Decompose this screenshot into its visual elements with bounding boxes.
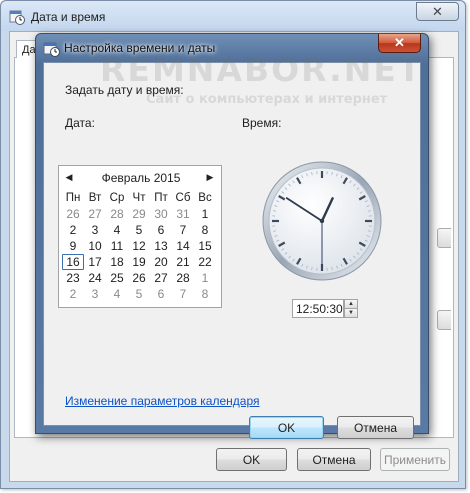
calendar-day[interactable]: 4 <box>106 222 128 238</box>
background-panel-button[interactable] <box>437 228 451 248</box>
calendar-day[interactable]: 29 <box>128 206 150 222</box>
calendar-day[interactable]: 15 <box>194 238 216 254</box>
date-label: Дата: <box>65 116 95 130</box>
calendar-day[interactable]: 27 <box>150 270 172 286</box>
calendar-day[interactable]: 13 <box>150 238 172 254</box>
calendar-day[interactable]: 25 <box>106 270 128 286</box>
calendar-day[interactable]: 19 <box>128 254 150 270</box>
cancel-button[interactable]: Отмена <box>337 416 414 439</box>
calendar-day[interactable]: 24 <box>84 270 106 286</box>
calendar-day-grid: Пн Вт Ср Чт Пт Сб Вс 26 27 28 29 30 31 1 2 3 4 5 6 7 8 9 10 11 1… <box>62 190 218 302</box>
calendar-day[interactable]: 28 <box>172 270 194 286</box>
dialog-client-area: Задать дату и время: Дата: Время: ◀ Февр… <box>43 62 421 439</box>
calendar-day[interactable]: 18 <box>106 254 128 270</box>
weekday-header: Пт <box>154 192 168 204</box>
calendar-day[interactable]: 22 <box>194 254 216 270</box>
time-input[interactable]: 12:50:30 <box>292 299 344 318</box>
weekday-header: Вс <box>198 192 212 204</box>
calendar-day[interactable]: 10 <box>84 238 106 254</box>
background-titlebar: Дата и время ✕ <box>1 1 465 31</box>
calendar-day[interactable]: 4 <box>106 286 128 302</box>
analog-clock <box>262 161 382 281</box>
calendar-day[interactable]: 2 <box>62 286 84 302</box>
calendar-day[interactable]: 21 <box>172 254 194 270</box>
time-label: Время: <box>242 116 282 130</box>
calendar-day[interactable]: 20 <box>150 254 172 270</box>
background-close-button[interactable]: ✕ <box>416 2 459 21</box>
calendar-day[interactable]: 14 <box>172 238 194 254</box>
calendar-day[interactable]: 31 <box>172 206 194 222</box>
calendar-day[interactable]: 2 <box>62 222 84 238</box>
background-panel-button[interactable] <box>437 310 451 330</box>
background-window-title: Дата и время <box>31 10 106 24</box>
calendar-day[interactable]: 6 <box>150 222 172 238</box>
calendar-day[interactable]: 6 <box>150 286 172 302</box>
watermark-logo: REMNABOR.NET <box>100 50 423 89</box>
weekday-header: Сб <box>175 192 191 204</box>
calendar-day[interactable]: 26 <box>62 206 84 222</box>
ok-button[interactable]: OK <box>249 416 324 439</box>
calendar-settings-link[interactable]: Изменение параметров календаря <box>65 394 260 408</box>
calendar-day[interactable]: 8 <box>194 286 216 302</box>
calendar-day[interactable]: 11 <box>106 238 128 254</box>
weekday-header: Вт <box>88 192 102 204</box>
calendar-day[interactable]: 27 <box>84 206 106 222</box>
weekday-header: Ср <box>109 192 125 204</box>
previous-month-button[interactable]: ◀ <box>64 171 74 183</box>
calendar-day[interactable]: 5 <box>128 222 150 238</box>
clock-face-icon <box>262 161 382 281</box>
calendar-day[interactable]: 30 <box>150 206 172 222</box>
weekday-header: Чт <box>132 192 146 204</box>
background-cancel-button[interactable]: Отмена <box>297 448 371 471</box>
watermark-subtitle: Сайт о компьютерах и интернет <box>146 92 388 107</box>
calendar-day[interactable]: 17 <box>84 254 106 270</box>
calendar-day[interactable]: 5 <box>128 286 150 302</box>
calendar-day[interactable]: 7 <box>172 222 194 238</box>
weekday-header: Пн <box>65 192 81 204</box>
calendar-day[interactable]: 9 <box>62 238 84 254</box>
background-ok-button[interactable]: OK <box>216 448 287 471</box>
calendar: ◀ Февраль 2015 ▶ Пн Вт Ср Чт Пт Сб Вс 26 27 28 29 3… <box>58 165 222 308</box>
background-apply-button[interactable]: Применить <box>380 448 450 471</box>
time-down-arrow-icon[interactable]: ▼ <box>344 308 358 318</box>
calendar-day[interactable]: 12 <box>128 238 150 254</box>
calendar-day[interactable]: 3 <box>84 286 106 302</box>
clock-icon <box>9 10 25 25</box>
calendar-day[interactable]: 1 <box>194 206 216 222</box>
next-month-button[interactable]: ▶ <box>205 171 215 183</box>
calendar-day[interactable]: 3 <box>84 222 106 238</box>
calendar-day[interactable]: 26 <box>128 270 150 286</box>
calendar-day[interactable]: 28 <box>106 206 128 222</box>
calendar-month-title[interactable]: Февраль 2015 <box>79 171 203 185</box>
calendar-day[interactable]: 1 <box>194 270 216 286</box>
calendar-day[interactable]: 8 <box>194 222 216 238</box>
calendar-clock-icon <box>43 42 60 57</box>
calendar-day[interactable]: 23 <box>62 270 84 286</box>
calendar-day[interactable]: 7 <box>172 286 194 302</box>
calendar-day[interactable]: 16 <box>62 254 84 270</box>
